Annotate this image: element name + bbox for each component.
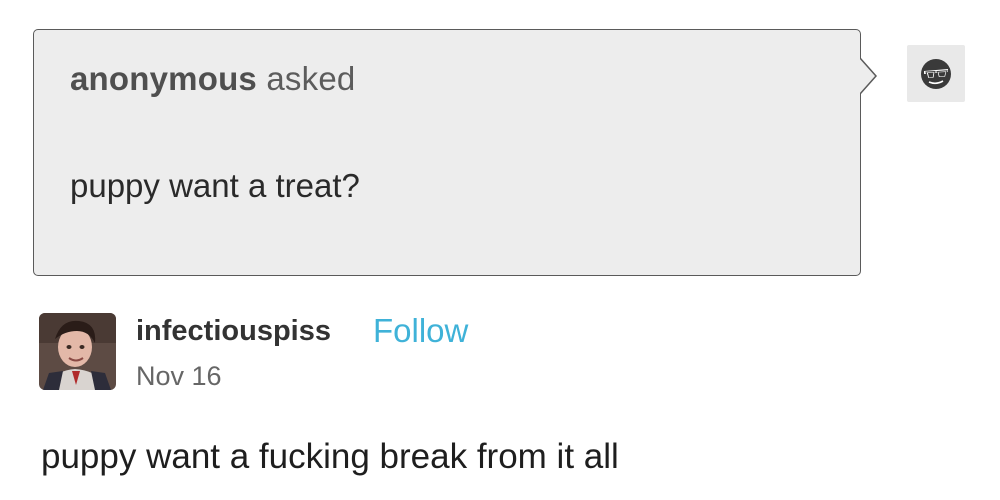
asked-label: asked <box>266 60 356 97</box>
ask-header: anonymous asked <box>70 60 355 98</box>
anonymous-avatar[interactable] <box>907 45 965 102</box>
ask-question: puppy want a treat? <box>70 167 360 204</box>
follow-button[interactable]: Follow <box>373 312 468 350</box>
answer-text: puppy want a fucking break from it all <box>41 437 619 476</box>
anonymous-sunglasses-icon <box>921 59 951 89</box>
tumblr-ask-post: anonymous asked puppy want a treat? infe… <box>0 0 1000 500</box>
post-date[interactable]: Nov 16 <box>136 361 222 392</box>
asker-name[interactable]: anonymous <box>70 60 257 97</box>
user-avatar[interactable] <box>39 313 116 390</box>
ask-bubble: anonymous asked puppy want a treat? <box>33 29 861 276</box>
username-link[interactable]: infectiouspiss <box>136 315 331 348</box>
